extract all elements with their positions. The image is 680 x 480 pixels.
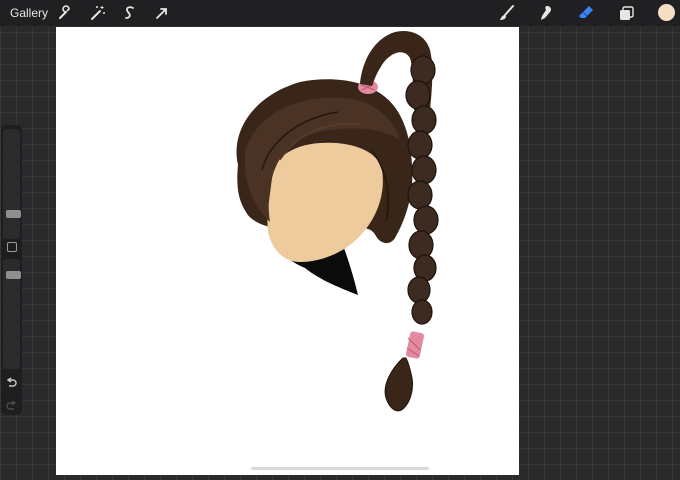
face [267,142,383,262]
drawing-canvas[interactable] [56,27,519,475]
color-swatch[interactable] [658,4,675,21]
braid-tail [384,357,413,412]
wrench-icon[interactable] [56,4,74,22]
brush-size-slider[interactable] [3,129,21,239]
brush-icon[interactable] [498,4,516,22]
transform-arrow-icon[interactable] [153,4,171,22]
modify-button[interactable] [7,242,17,252]
layers-icon[interactable] [617,4,635,22]
braid [405,55,439,325]
redo-icon[interactable] [5,400,18,412]
gallery-button[interactable]: Gallery [10,6,48,20]
magic-wand-icon[interactable] [89,4,107,22]
brush-size-handle[interactable] [6,210,21,218]
selection-s-icon[interactable] [121,4,139,22]
home-indicator [251,467,429,470]
left-sidebar [1,125,22,415]
smudge-icon[interactable] [537,4,555,22]
opacity-slider[interactable] [3,259,21,369]
undo-icon[interactable] [5,377,18,389]
top-toolbar: Gallery [0,0,680,26]
eraser-icon[interactable] [577,4,595,22]
opacity-handle[interactable] [6,271,21,279]
artwork [236,30,439,412]
